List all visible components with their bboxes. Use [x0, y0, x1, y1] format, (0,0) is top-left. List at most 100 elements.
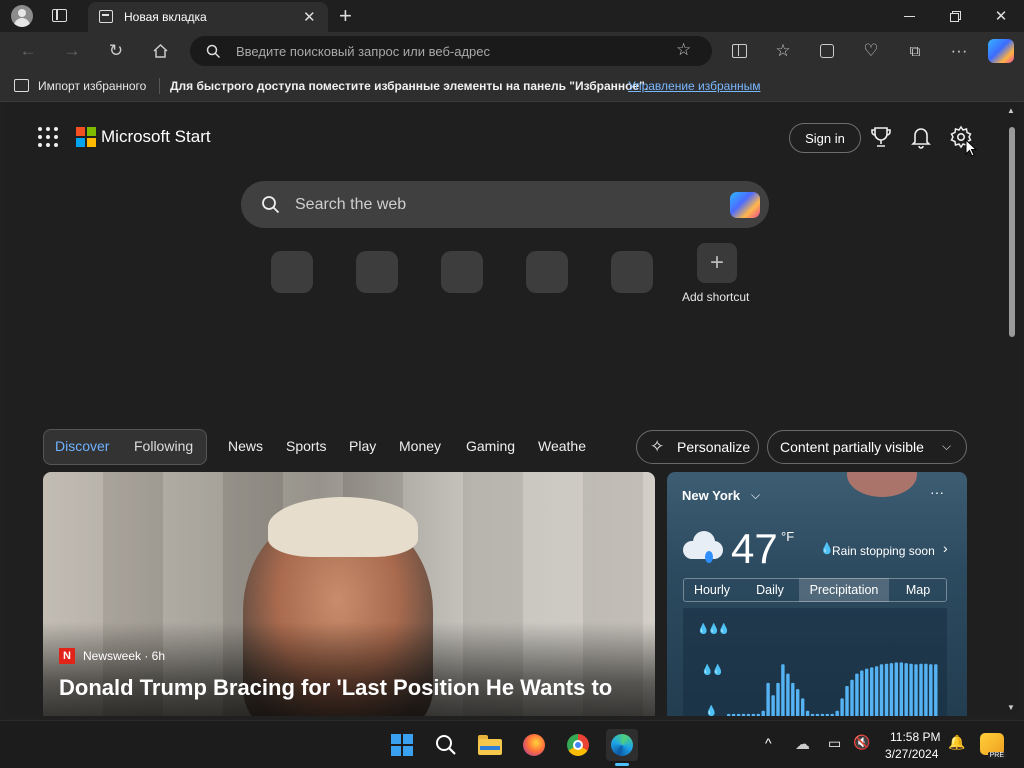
copilot-search-icon[interactable]	[730, 192, 760, 218]
precip-bar	[776, 682, 780, 716]
weather-card[interactable]: New York ⌵ ··· 47 °F 💧 Rain stopping soo…	[667, 472, 967, 716]
close-window-icon[interactable]: ✕	[978, 0, 1024, 32]
precip-bar	[830, 713, 834, 716]
scroll-down-icon[interactable]: ▼	[1007, 703, 1015, 712]
chevron-down-icon[interactable]: ⌵	[751, 488, 760, 503]
extensions-icon[interactable]: ⧉	[899, 36, 931, 66]
weather-temperature: 47	[731, 525, 778, 572]
news-headline[interactable]: Donald Trump Bracing for 'Last Position …	[59, 675, 612, 701]
nav-money[interactable]: Money	[399, 438, 441, 454]
app-launcher-icon[interactable]	[38, 127, 58, 147]
firefox-icon[interactable]	[518, 729, 550, 761]
favorites-hint: Для быстрого доступа поместите избранные…	[170, 79, 649, 93]
browser-essentials-icon[interactable]: ♡	[855, 36, 887, 66]
weather-tab-map[interactable]: Map	[889, 578, 947, 602]
precip-bar	[865, 668, 869, 716]
clock-time[interactable]: 11:58 PM	[890, 730, 940, 744]
display-icon[interactable]: ▭	[828, 735, 841, 752]
browser-tab[interactable]: Новая вкладка ✕	[88, 2, 328, 32]
shortcut-tile[interactable]	[441, 251, 483, 293]
nav-weather[interactable]: Weathe	[538, 438, 586, 454]
personalize-button[interactable]: ✧ Personalize	[636, 430, 759, 464]
weather-tab-daily[interactable]: Daily	[741, 578, 799, 602]
weather-unit[interactable]: °F	[781, 529, 794, 544]
precip-bar	[736, 713, 741, 716]
tab-following[interactable]: Following	[134, 438, 193, 454]
collections-icon[interactable]	[811, 36, 843, 66]
personalize-label: Personalize	[677, 439, 751, 455]
rewards-trophy-icon[interactable]	[870, 125, 892, 154]
profile-avatar-icon[interactable]	[11, 5, 33, 27]
precip-bar	[801, 698, 805, 716]
close-tab-icon[interactable]: ✕	[303, 8, 316, 26]
brand-title[interactable]: Microsoft Start	[101, 127, 211, 147]
shortcut-tile[interactable]	[526, 251, 568, 293]
scroll-up-icon[interactable]: ▲	[1007, 106, 1015, 115]
news-card[interactable]: N Newsweek · 6h Donald Trump Bracing for…	[43, 472, 655, 716]
weather-location[interactable]: New York	[682, 488, 740, 503]
file-explorer-icon[interactable]	[474, 729, 506, 761]
minimize-icon[interactable]	[886, 0, 932, 32]
shortcut-tile[interactable]	[271, 251, 313, 293]
mouse-cursor-icon	[965, 139, 977, 157]
restore-icon[interactable]	[932, 0, 978, 32]
page-scrollbar[interactable]: ▲ ▼	[1004, 103, 1020, 716]
add-shortcut-button[interactable]: +	[697, 243, 737, 283]
home-icon[interactable]	[144, 36, 176, 66]
nav-news[interactable]: News	[228, 438, 263, 454]
chevron-right-icon[interactable]: ›	[943, 540, 948, 556]
precip-bar	[756, 713, 760, 716]
shortcut-tile[interactable]	[611, 251, 653, 293]
new-tab-plus-icon[interactable]: +	[339, 3, 352, 29]
edge-icon[interactable]	[606, 729, 638, 761]
more-options-icon[interactable]: ···	[943, 36, 975, 66]
nav-play[interactable]: Play	[349, 438, 376, 454]
weather-tab-hourly[interactable]: Hourly	[683, 578, 741, 602]
weather-more-icon[interactable]: ···	[930, 484, 944, 500]
onedrive-icon[interactable]: ☁	[795, 735, 810, 753]
copilot-icon[interactable]	[988, 39, 1014, 63]
clock-date[interactable]: 3/27/2024	[885, 747, 938, 761]
taskbar-search-icon[interactable]	[430, 729, 462, 761]
manage-favorites-link[interactable]: Управление избранным	[628, 79, 760, 93]
precip-bar	[914, 664, 918, 716]
windows-start-icon[interactable]	[386, 729, 418, 761]
browser-toolbar: ← → ↻ ☆ ☆ ♡ ⧉ ···	[0, 32, 1024, 70]
precip-bar	[815, 713, 820, 716]
back-icon[interactable]: ←	[12, 36, 44, 66]
web-search-input[interactable]	[295, 194, 695, 216]
favorites-bar: Импорт избранного Для быстрого доступа п…	[0, 70, 1024, 102]
favorites-icon[interactable]: ☆	[767, 36, 799, 66]
new-tab-icon	[99, 10, 113, 23]
refresh-icon[interactable]: ↻	[100, 36, 132, 66]
weather-tab-precipitation[interactable]: Precipitation	[799, 578, 889, 602]
title-bar: Новая вкладка ✕ + ✕	[0, 0, 1024, 32]
address-bar[interactable]: ☆	[190, 36, 712, 66]
scroll-thumb[interactable]	[1009, 127, 1015, 337]
tab-discover[interactable]: Discover	[55, 438, 109, 454]
copilot-preview-icon[interactable]: PRE	[980, 733, 1006, 759]
forward-icon[interactable]: →	[56, 36, 88, 66]
precip-bar	[746, 713, 751, 716]
nav-gaming[interactable]: Gaming	[466, 438, 515, 454]
sign-in-button[interactable]: Sign in	[789, 123, 861, 153]
content-visibility-dropdown[interactable]: Content partially visible ⌵	[767, 430, 967, 464]
favorite-star-icon[interactable]: ☆	[676, 40, 691, 60]
notification-bell-icon[interactable]: 🔔	[948, 734, 965, 751]
nav-sports[interactable]: Sports	[286, 438, 326, 454]
volume-muted-icon[interactable]: 🔇	[853, 734, 870, 751]
tab-actions-icon[interactable]	[52, 9, 67, 22]
news-source-line: Newsweek · 6h	[83, 649, 166, 663]
weather-summary[interactable]: Rain stopping soon	[832, 544, 935, 558]
show-hidden-icons-chevron-icon[interactable]: ^	[765, 735, 772, 751]
import-favorites-link[interactable]: Импорт избранного	[38, 79, 146, 93]
web-search-box[interactable]	[241, 181, 769, 228]
shortcut-tile[interactable]	[356, 251, 398, 293]
address-input[interactable]	[236, 42, 656, 60]
split-screen-icon[interactable]	[723, 36, 755, 66]
precip-bar	[884, 663, 889, 716]
precip-bar	[934, 664, 938, 716]
chrome-icon[interactable]	[562, 729, 594, 761]
precip-bar	[810, 713, 815, 716]
notifications-bell-icon[interactable]	[910, 125, 932, 154]
